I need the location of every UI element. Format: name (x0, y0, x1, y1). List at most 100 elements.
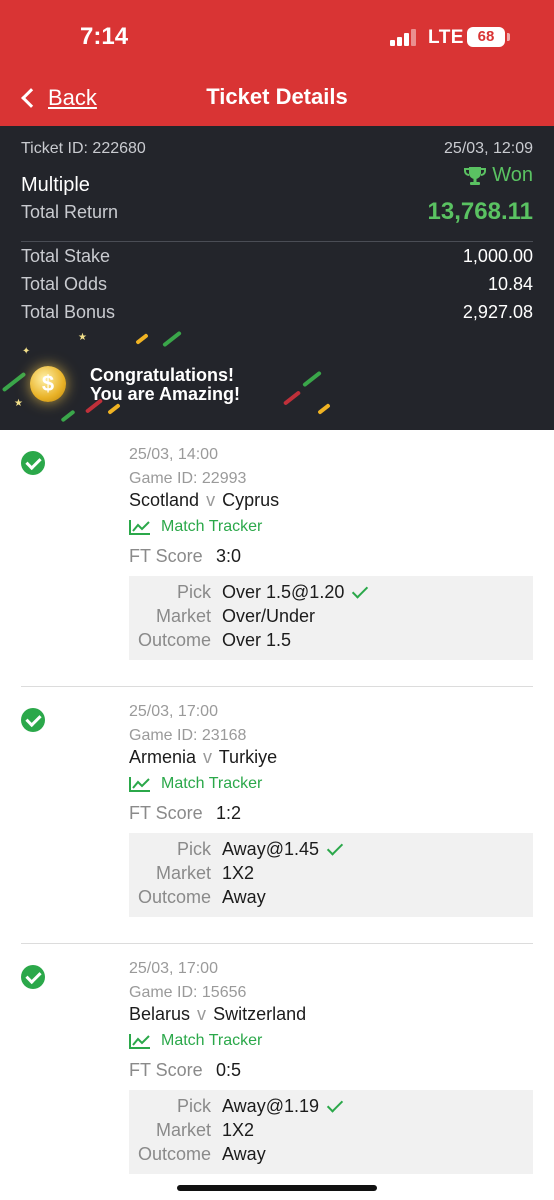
pick-value: Over 1.5@1.20 (222, 581, 369, 603)
market-value: Over/Under (222, 606, 316, 626)
pick-details: Pick Away@1.19 Market 1X2 Outcome Away (129, 1090, 533, 1174)
selection-card: 25/03, 14:00 Game ID: 22993 Scotland v C… (21, 430, 533, 687)
star-icon: ★ (78, 332, 87, 343)
selection-card: 25/03, 17:00 Game ID: 15656 Belarus v Sw… (21, 944, 533, 1200)
trend-chart-icon (129, 777, 150, 792)
banner-text: Congratulations! You are Amazing! (90, 366, 240, 404)
signal-icon (390, 28, 418, 46)
match-teams: Belarus v Switzerland (129, 1004, 306, 1025)
page-title: Ticket Details (206, 84, 348, 109)
selections-list: 25/03, 14:00 Game ID: 22993 Scotland v C… (0, 430, 554, 1200)
total-odds-label: Total Odds (21, 274, 108, 294)
total-bonus-value: 2,927.08 (462, 302, 533, 322)
home-indicator[interactable] (177, 1185, 377, 1191)
outcome-value: Away (222, 1144, 266, 1164)
confetti-streak (282, 390, 302, 406)
home-team: Armenia (129, 747, 197, 767)
game-id: Game ID: 23168 (129, 727, 247, 744)
trophy-icon (464, 166, 487, 185)
away-team: Switzerland (213, 1004, 307, 1024)
congratulations-banner: ★ ★ ✦ $ Congratulations! You are Amazing… (0, 330, 554, 430)
away-team: Turkiye (218, 747, 278, 767)
outcome-label: Outcome (137, 1144, 211, 1164)
banner-line-2: You are Amazing! (90, 384, 241, 404)
battery-icon: 68 (467, 27, 510, 47)
total-return-label: Total Return (21, 202, 119, 222)
status-badge: Won (464, 164, 533, 187)
match-tracker-link[interactable]: Match Tracker (129, 775, 262, 793)
total-stake-label: Total Stake (21, 246, 111, 266)
market-value: 1X2 (222, 1120, 255, 1140)
check-icon (326, 1095, 344, 1113)
check-circle-icon (21, 708, 45, 732)
pick-label: Pick (176, 839, 211, 859)
pick-label: Pick (176, 1096, 211, 1116)
pick-details: Pick Away@1.45 Market 1X2 Outcome Away (129, 833, 533, 917)
nav-bar: Back Ticket Details (0, 76, 554, 126)
outcome-value: Over 1.5 (222, 630, 292, 650)
coin-icon: $ (30, 366, 66, 402)
market-value: 1X2 (222, 863, 255, 883)
status-bar: 7:14 LTE 68 (0, 0, 554, 76)
game-id: Game ID: 15656 (129, 984, 247, 1001)
versus-label: v (203, 747, 213, 767)
ticket-summary: Ticket ID: 222680 25/03, 12:09 Multiple … (0, 126, 554, 430)
selection-date: 25/03, 17:00 (129, 703, 218, 720)
ft-score-label: FT Score (129, 546, 203, 566)
bet-type: Multiple (21, 174, 90, 196)
header: 7:14 LTE 68 Back Ticket Details (0, 0, 554, 126)
outcome-label: Outcome (137, 887, 211, 907)
total-odds-value: 10.84 (487, 274, 533, 294)
trend-chart-icon (129, 520, 150, 535)
ft-score-label: FT Score (129, 803, 203, 823)
status-label: Won (492, 164, 533, 186)
market-label: Market (155, 863, 211, 883)
versus-label: v (206, 490, 216, 510)
total-bonus-label: Total Bonus (21, 302, 116, 322)
pick-value: Away@1.45 (222, 838, 344, 860)
match-teams: Scotland v Cyprus (129, 490, 279, 511)
ft-score-value: 3:0 (216, 546, 242, 566)
check-icon (326, 838, 344, 856)
selection-date: 25/03, 14:00 (129, 446, 218, 463)
confetti-streak (302, 370, 322, 388)
pick-value: Away@1.19 (222, 1095, 344, 1117)
confetti-streak (135, 333, 149, 345)
ft-score-value: 0:5 (216, 1060, 242, 1080)
game-id: Game ID: 22993 (129, 470, 247, 487)
total-return-value: 13,768.11 (427, 198, 533, 225)
outcome-value: Away (222, 887, 266, 907)
star-icon: ★ (14, 398, 23, 409)
selection-date: 25/03, 17:00 (129, 960, 218, 977)
confetti-streak (107, 403, 121, 415)
match-teams: Armenia v Turkiye (129, 747, 277, 768)
check-circle-icon (21, 965, 45, 989)
confetti-streak (162, 330, 182, 348)
selection-card: 25/03, 17:00 Game ID: 23168 Armenia v Tu… (21, 687, 533, 944)
ft-score-label: FT Score (129, 1060, 203, 1080)
home-team: Belarus (129, 1004, 191, 1024)
confetti-streak (317, 403, 331, 415)
match-tracker-label: Match Tracker (161, 518, 263, 535)
outcome-label: Outcome (137, 630, 211, 650)
versus-label: v (197, 1004, 207, 1024)
confetti-streak (1, 371, 27, 393)
check-circle-icon (21, 451, 45, 475)
status-time: 7:14 (80, 23, 129, 50)
away-team: Cyprus (222, 490, 280, 510)
ticket-id: Ticket ID: 222680 (21, 140, 146, 157)
total-stake-value: 1,000.00 (462, 246, 533, 266)
match-tracker-label: Match Tracker (161, 1032, 263, 1049)
ticket-details-screen: 7:14 LTE 68 Back Ticket Details Ticket I… (0, 0, 554, 1200)
home-team: Scotland (129, 490, 200, 510)
ft-score-value: 1:2 (216, 803, 242, 823)
star-icon: ✦ (22, 346, 31, 357)
match-tracker-link[interactable]: Match Tracker (129, 1032, 262, 1050)
banner-line-1: Congratulations! (90, 365, 234, 385)
confetti-streak (60, 409, 76, 423)
network-label: LTE (428, 27, 464, 48)
check-icon (352, 581, 369, 599)
ticket-date: 25/03, 12:09 (444, 140, 533, 157)
pick-details: Pick Over 1.5@1.20 Market Over/Under Out… (129, 576, 533, 660)
match-tracker-link[interactable]: Match Tracker (129, 518, 262, 536)
